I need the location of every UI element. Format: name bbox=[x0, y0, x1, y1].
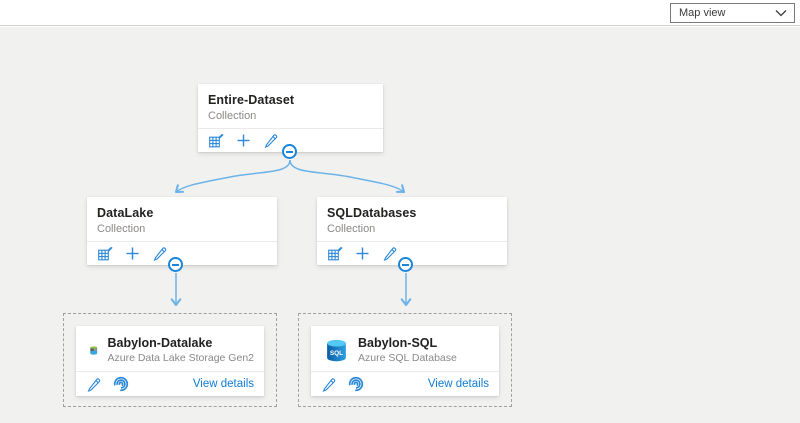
collection-title: SQLDatabases bbox=[327, 206, 497, 220]
view-details-link[interactable]: View details bbox=[428, 378, 489, 390]
top-toolbar: Map view bbox=[0, 0, 800, 26]
source-card-text: Babylon-SQL Azure SQL Database bbox=[358, 336, 457, 364]
source-card-actions: View details bbox=[311, 371, 499, 396]
source-group-outline-sql: SQL Babylon-SQL Azure SQL Database bbox=[298, 313, 512, 407]
source-card-babylon-sql[interactable]: SQL Babylon-SQL Azure SQL Database bbox=[311, 326, 499, 396]
source-card-body: SQL Babylon-SQL Azure SQL Database bbox=[311, 326, 499, 364]
view-details-link[interactable]: View details bbox=[193, 378, 254, 390]
source-card-actions: View details bbox=[76, 371, 264, 396]
source-name: Babylon-Datalake bbox=[107, 336, 254, 350]
collection-card-entire-dataset[interactable]: Entire-Dataset Collection bbox=[198, 84, 383, 152]
edit-pencil-icon[interactable] bbox=[382, 246, 397, 261]
collection-title: DataLake bbox=[97, 206, 267, 220]
azure-sql-database-icon: SQL bbox=[324, 338, 349, 363]
minus-icon bbox=[286, 151, 293, 153]
chevron-down-icon bbox=[775, 9, 787, 17]
view-selector-dropdown[interactable]: Map view bbox=[670, 3, 795, 23]
scan-icon[interactable] bbox=[348, 376, 364, 392]
minus-icon bbox=[172, 264, 179, 266]
collection-card-body: SQLDatabases Collection bbox=[317, 197, 507, 235]
collection-card-sqldatabases[interactable]: SQLDatabases Collection bbox=[317, 197, 507, 265]
edit-pencil-icon[interactable] bbox=[263, 133, 278, 148]
collections-map-view: Map view Entire-Dataset Collection bbox=[0, 0, 800, 423]
collection-card-datalake[interactable]: DataLake Collection bbox=[87, 197, 277, 265]
view-selector-value: Map view bbox=[679, 7, 725, 19]
grid-edit-icon[interactable] bbox=[208, 133, 224, 149]
grid-edit-icon[interactable] bbox=[97, 246, 113, 262]
collection-type-label: Collection bbox=[208, 110, 373, 122]
edit-pencil-icon[interactable] bbox=[86, 377, 101, 392]
source-type-label: Azure SQL Database bbox=[358, 352, 457, 364]
source-card-body: Babylon-Datalake Azure Data Lake Storage… bbox=[76, 326, 264, 364]
add-icon[interactable] bbox=[355, 246, 370, 261]
minus-icon bbox=[402, 264, 409, 266]
add-icon[interactable] bbox=[125, 246, 140, 261]
source-card-text: Babylon-Datalake Azure Data Lake Storage… bbox=[107, 336, 254, 364]
collection-title: Entire-Dataset bbox=[208, 93, 373, 107]
collection-type-label: Collection bbox=[327, 223, 497, 235]
scan-icon[interactable] bbox=[113, 376, 129, 392]
collection-card-body: DataLake Collection bbox=[87, 197, 277, 235]
add-icon[interactable] bbox=[236, 133, 251, 148]
source-name: Babylon-SQL bbox=[358, 336, 457, 350]
collection-card-body: Entire-Dataset Collection bbox=[198, 84, 383, 122]
collapse-node-button[interactable] bbox=[282, 144, 297, 159]
azure-data-lake-storage-gen2-icon bbox=[89, 338, 98, 363]
source-group-outline-datalake: Babylon-Datalake Azure Data Lake Storage… bbox=[63, 313, 277, 407]
collapse-node-button[interactable] bbox=[398, 257, 413, 272]
collection-type-label: Collection bbox=[97, 223, 267, 235]
collapse-node-button[interactable] bbox=[168, 257, 183, 272]
source-type-label: Azure Data Lake Storage Gen2 bbox=[107, 352, 254, 364]
edit-pencil-icon[interactable] bbox=[321, 377, 336, 392]
edit-pencil-icon[interactable] bbox=[152, 246, 167, 261]
grid-edit-icon[interactable] bbox=[327, 246, 343, 262]
sql-icon-text: SQL bbox=[330, 349, 343, 356]
source-card-babylon-datalake[interactable]: Babylon-Datalake Azure Data Lake Storage… bbox=[76, 326, 264, 396]
